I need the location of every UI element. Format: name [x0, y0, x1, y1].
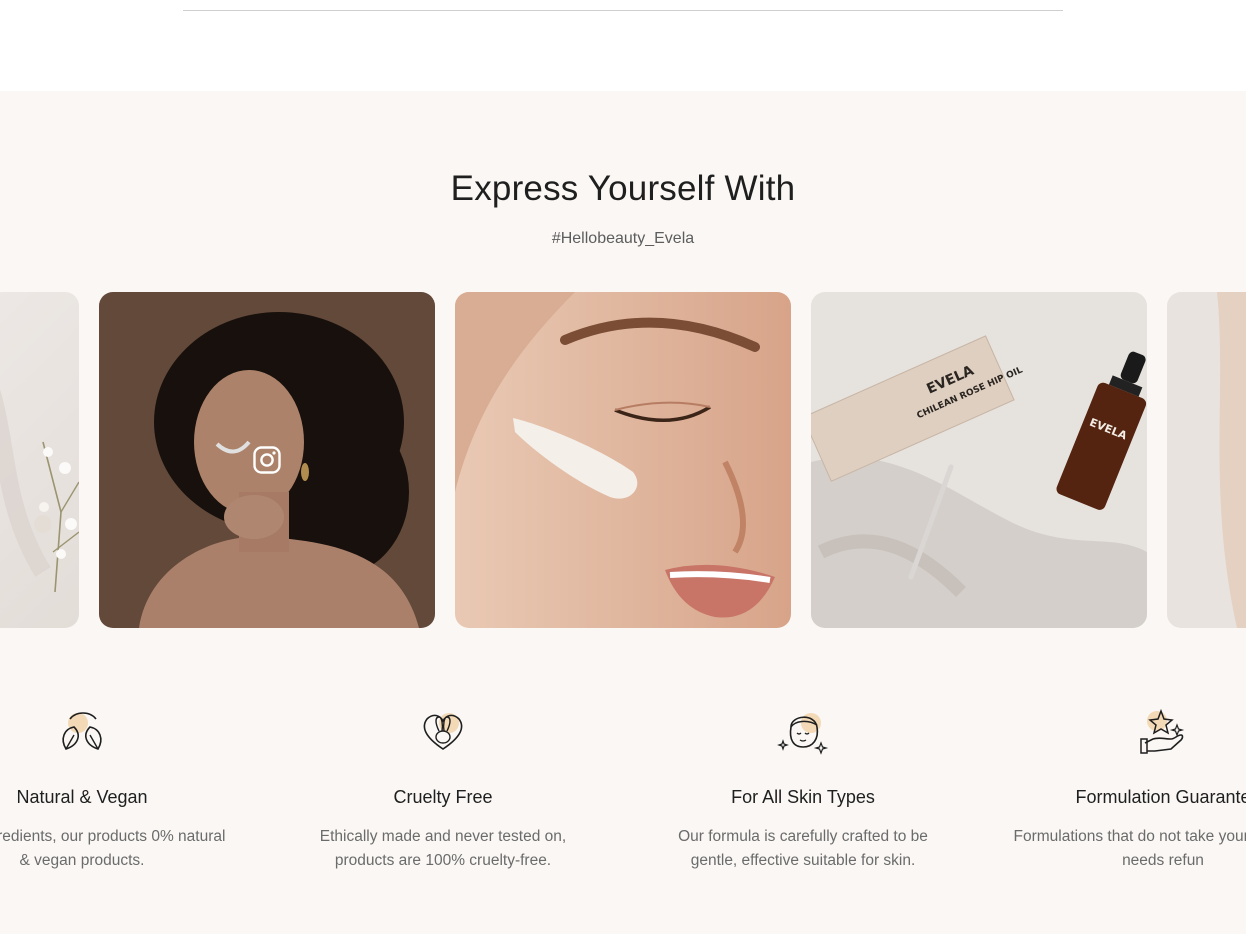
feature-cruelty-free: Cruelty Free Ethically made and never te…: [273, 705, 613, 873]
hashtag-label: #Hellobeauty_Evela: [551, 230, 695, 247]
gallery-image-flowers[interactable]: [0, 292, 79, 628]
feature-title: For All Skin Types: [731, 787, 875, 807]
hand-stars-icon: [1140, 708, 1185, 754]
feature-description: Our formula is carefully crafted to be g…: [678, 828, 928, 869]
gallery-image-product[interactable]: EVELA CHILEAN ROSE HIP OIL EVELA: [811, 292, 1147, 628]
face-sparkle-icon: [777, 713, 829, 755]
feature-formulation-guarantee: Formulation Guarante Formulations that d…: [993, 705, 1246, 873]
instagram-section: Express Yourself With #Hellobeauty_Evela: [0, 91, 1246, 934]
feature-title: Formulation Guarante: [1075, 787, 1246, 807]
gallery-image-woman[interactable]: [99, 292, 435, 628]
feature-title: Cruelty Free: [393, 787, 493, 807]
top-divider: [183, 10, 1063, 11]
instagram-icon[interactable]: [252, 445, 282, 475]
feature-description: ased ingredients, our products 0% natura…: [0, 828, 226, 869]
feature-description: Formulations that do not take your welln…: [1013, 828, 1246, 869]
leaves-icon: [62, 712, 102, 750]
feature-all-skin-types: For All Skin Types Our formula is carefu…: [633, 705, 973, 873]
bunny-heart-icon: [423, 713, 463, 750]
section-heading: Express Yourself With: [450, 169, 796, 208]
feature-natural-vegan: Natural & Vegan ased ingredients, our pr…: [0, 705, 252, 873]
feature-title: Natural & Vegan: [16, 787, 148, 807]
gallery-image-face-cream[interactable]: [455, 292, 791, 628]
gallery-image-partial[interactable]: [1167, 292, 1246, 628]
feature-description: Ethically made and never tested on, prod…: [319, 828, 567, 869]
